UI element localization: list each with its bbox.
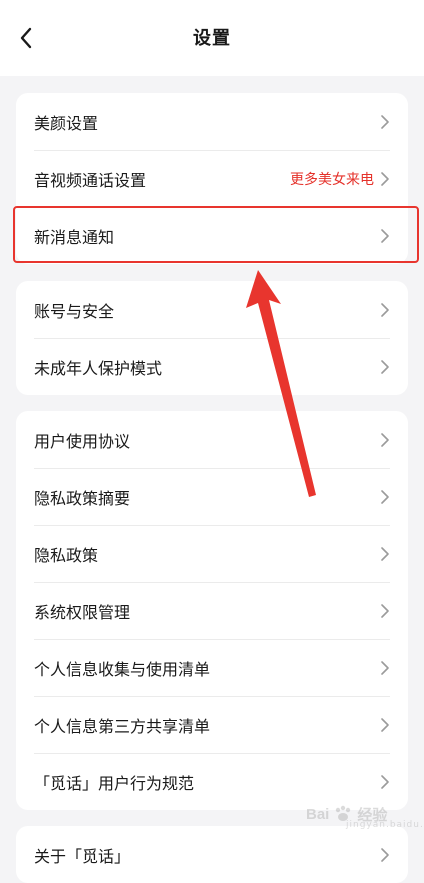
row-label: 美颜设置 <box>34 113 99 133</box>
chevron-right-icon <box>381 603 389 618</box>
row-label: 「觅话」用户行为规范 <box>34 773 195 793</box>
chevron-right-icon <box>381 660 389 675</box>
page-title: 设置 <box>193 28 231 49</box>
row-label: 隐私政策 <box>34 545 99 565</box>
settings-row-third-party-sharing-list[interactable]: 个人信息第三方共享清单 <box>16 696 408 753</box>
settings-row-minor-protection[interactable]: 未成年人保护模式 <box>16 338 408 395</box>
watermark-url: jingyan.baidu.com <box>346 820 424 830</box>
row-label: 用户使用协议 <box>34 431 131 451</box>
settings-row-privacy-policy[interactable]: 隐私政策 <box>16 525 408 582</box>
row-label: 未成年人保护模式 <box>34 358 163 378</box>
more-calls-link[interactable]: 更多美女来电 <box>290 169 374 189</box>
settings-group-about: 关于「觅话」 <box>16 826 408 883</box>
row-label: 关于「觅话」 <box>34 846 131 866</box>
row-label: 音视频通话设置 <box>34 170 147 190</box>
row-label: 系统权限管理 <box>34 602 131 622</box>
chevron-right-icon <box>381 774 389 789</box>
highlight-box <box>13 206 419 263</box>
chevron-right-icon <box>381 359 389 374</box>
chevron-right-icon <box>381 302 389 317</box>
row-label: 个人信息第三方共享清单 <box>34 716 211 736</box>
row-label: 隐私政策摘要 <box>34 488 131 508</box>
row-label: 个人信息收集与使用清单 <box>34 659 211 679</box>
settings-row-permissions[interactable]: 系统权限管理 <box>16 582 408 639</box>
settings-row-user-agreement[interactable]: 用户使用协议 <box>16 411 408 468</box>
settings-row-av-call[interactable]: 音视频通话设置 更多美女来电 <box>16 150 408 207</box>
settings-row-account-security[interactable]: 账号与安全 <box>16 281 408 338</box>
watermark-text: Bai <box>306 805 330 823</box>
chevron-right-icon <box>381 546 389 561</box>
settings-group-account: 账号与安全 未成年人保护模式 <box>16 281 408 395</box>
settings-row-beauty[interactable]: 美颜设置 <box>16 93 408 150</box>
chevron-right-icon <box>381 432 389 447</box>
settings-row-privacy-summary[interactable]: 隐私政策摘要 <box>16 468 408 525</box>
chevron-right-icon <box>381 717 389 732</box>
chevron-right-icon <box>381 114 389 129</box>
chevron-right-icon <box>381 847 389 862</box>
chevron-right-icon <box>381 489 389 504</box>
settings-row-data-collection-list[interactable]: 个人信息收集与使用清单 <box>16 639 408 696</box>
settings-row-about[interactable]: 关于「觅话」 <box>16 826 408 883</box>
chevron-right-icon <box>381 171 389 186</box>
row-label: 账号与安全 <box>34 301 115 321</box>
settings-group-legal: 用户使用协议 隐私政策摘要 隐私政策 系统权限管理 个人信息收集与使用清单 个人… <box>16 411 408 810</box>
watermark: Bai 经验 jingyan.baidu.com <box>306 794 424 834</box>
top-bar: 设置 <box>0 0 424 76</box>
